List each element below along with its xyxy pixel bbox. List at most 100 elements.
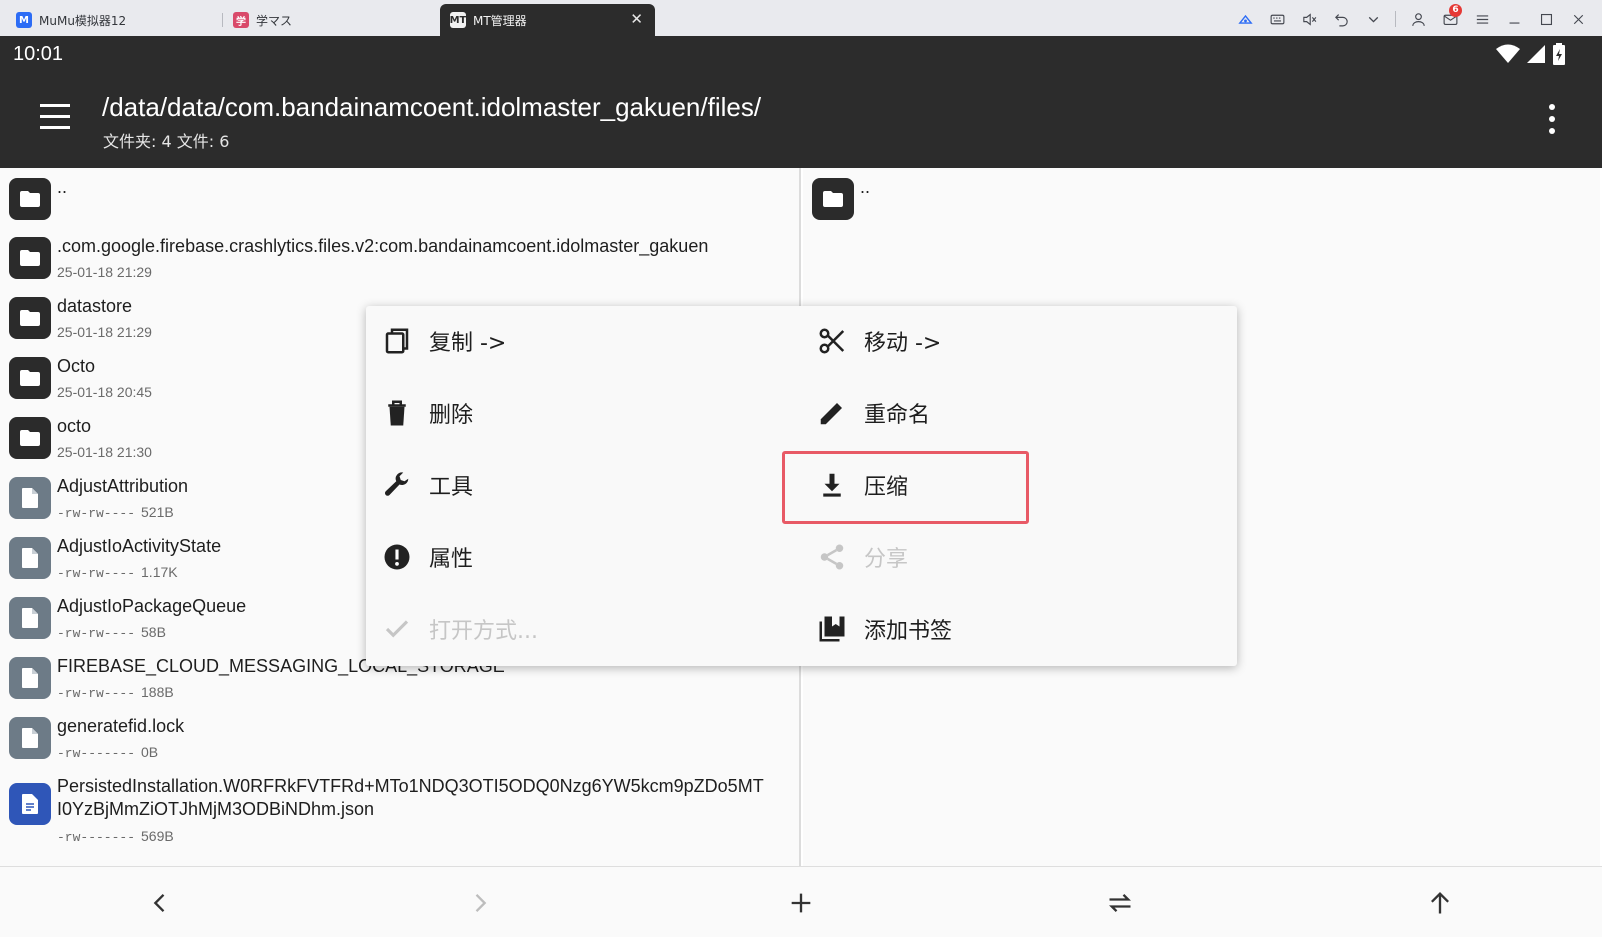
menu-item-bookmark[interactable]: 添加书签	[801, 594, 1201, 664]
file-name: datastore	[57, 296, 133, 316]
up-directory-button[interactable]	[1420, 883, 1460, 923]
menu-item-rename[interactable]: 重命名	[801, 378, 1201, 448]
menu-item-label: 打开方式...	[429, 619, 538, 644]
file-permissions: -rw-------	[57, 746, 136, 761]
wifi-icon	[1496, 44, 1520, 63]
folder-icon	[9, 297, 51, 339]
tab-game[interactable]: 学 学マス	[233, 4, 433, 36]
pencil-icon	[815, 396, 849, 430]
file-meta: -rw------- 569B	[57, 828, 174, 845]
undo-icon[interactable]	[1325, 4, 1357, 34]
file-meta: -rw-rw---- 188B	[57, 684, 174, 701]
bottom-toolbar	[0, 866, 1602, 937]
minimize-icon[interactable]	[1498, 4, 1530, 34]
status-icons	[1496, 43, 1566, 65]
keyboard-icon[interactable]	[1261, 4, 1293, 34]
mail-count-badge: 6	[1449, 4, 1462, 17]
list-item-parent-dir[interactable]: ..	[803, 169, 1600, 229]
file-name: PersistedInstallation.W0RFRkFVTFRd+MTo1N…	[57, 776, 764, 796]
file-meta: -rw-rw---- 1.17K	[57, 564, 178, 581]
mail-icon[interactable]: 6	[1434, 4, 1466, 34]
file-size: 0B	[141, 744, 159, 760]
file-size: 188B	[141, 684, 174, 700]
file-size: 1.17K	[141, 564, 178, 580]
file-name: AdjustIoPackageQueue	[57, 596, 247, 616]
trash-icon	[380, 396, 414, 430]
list-item[interactable]: PersistedInstallation.W0RFRkFVTFRd+MTo1N…	[0, 768, 799, 852]
swap-panes-button[interactable]	[1100, 883, 1140, 923]
file-meta: -rw-rw---- 58B	[57, 624, 166, 641]
battery-icon	[1553, 43, 1565, 65]
window-toolbar: 6	[1229, 4, 1594, 34]
file-name: ..	[57, 177, 68, 197]
menu-item-move[interactable]: 移动 ->	[801, 306, 1201, 376]
folder-file-count: 文件夹: 4 文件: 6	[103, 132, 230, 151]
folder-icon	[812, 178, 854, 220]
file-meta: -rw-rw---- 521B	[57, 504, 174, 521]
file-icon	[9, 597, 51, 639]
file-meta: 25-01-18 20:45	[57, 384, 152, 400]
file-meta: 25-01-18 21:30	[57, 444, 152, 460]
file-icon	[9, 477, 51, 519]
add-button[interactable]	[781, 883, 821, 923]
app-bar: /data/data/com.bandainamcoent.idolmaster…	[0, 74, 1602, 168]
file-permissions: -rw-rw----	[57, 506, 136, 521]
selection-highlight	[782, 451, 1029, 524]
file-icon	[9, 717, 51, 759]
menu-item-label: 工具	[429, 475, 474, 500]
mt-manager-icon: MT	[450, 12, 466, 28]
tab-close-icon[interactable]: ✕	[630, 10, 643, 28]
tab-divider	[222, 13, 223, 27]
file-name: Octo	[57, 356, 96, 376]
menu-item-label: 属性	[429, 547, 474, 572]
back-button[interactable]	[140, 883, 180, 923]
tab-mumu-emulator[interactable]: M MuMu模拟器12	[16, 4, 216, 36]
tab-label: 学マス	[256, 13, 293, 28]
file-meta: -rw------- 0B	[57, 744, 158, 761]
plus-icon	[791, 893, 811, 913]
menu-item-copy[interactable]: 复制 ->	[366, 306, 766, 376]
folder-icon	[9, 237, 51, 279]
controller-icon[interactable]	[1229, 4, 1261, 34]
menu-item-properties[interactable]: 属性	[366, 522, 766, 592]
current-path: /data/data/com.bandainamcoent.idolmaster…	[102, 92, 762, 122]
chevron-right-icon	[475, 894, 487, 912]
file-size: 58B	[141, 624, 166, 640]
toolbar-divider	[1395, 11, 1396, 27]
user-icon[interactable]	[1402, 4, 1434, 34]
maximize-icon[interactable]	[1530, 4, 1562, 34]
json-file-icon	[9, 783, 51, 825]
menu-item-label: 重命名	[864, 403, 931, 428]
list-item[interactable]: .com.google.firebase.crashlytics.files.v…	[0, 228, 799, 288]
menu-item-open-with[interactable]: 打开方式...	[366, 594, 766, 664]
more-options-icon[interactable]	[1547, 104, 1557, 134]
menu-item-tools[interactable]: 工具	[366, 450, 766, 520]
menu-item-label: 复制 ->	[429, 331, 507, 356]
list-item-parent-dir[interactable]: ..	[0, 169, 799, 229]
mumu-logo-icon: M	[16, 12, 32, 28]
hamburger-icon[interactable]	[1466, 4, 1498, 34]
chevron-left-icon	[153, 894, 165, 912]
chevron-down-icon[interactable]	[1357, 4, 1389, 34]
menu-item-delete[interactable]: 删除	[366, 378, 766, 448]
list-item[interactable]: generatefid.lock -rw------- 0B	[0, 708, 799, 768]
file-name: ..	[860, 177, 871, 197]
folder-icon	[9, 417, 51, 459]
file-meta: 25-01-18 21:29	[57, 264, 152, 280]
share-icon	[815, 540, 849, 574]
tab-mt-manager[interactable]: MT MT管理器 ✕	[440, 4, 655, 36]
file-icon	[9, 657, 51, 699]
file-name-continued: I0YzBjMmZiOTJhMjM3ODBiNDhm.json	[57, 799, 375, 819]
signal-icon	[1527, 45, 1545, 63]
volume-mute-icon[interactable]	[1293, 4, 1325, 34]
menu-item-share[interactable]: 分享	[801, 522, 1201, 592]
file-permissions: -rw-------	[57, 830, 136, 845]
file-size: 569B	[141, 828, 174, 844]
file-icon	[9, 537, 51, 579]
close-icon[interactable]	[1562, 4, 1594, 34]
wrench-icon	[380, 468, 414, 502]
forward-button[interactable]	[460, 883, 500, 923]
bookmark-icon	[815, 612, 849, 646]
drawer-menu-button[interactable]	[40, 104, 70, 130]
file-name: AdjustIoActivityState	[57, 536, 222, 556]
